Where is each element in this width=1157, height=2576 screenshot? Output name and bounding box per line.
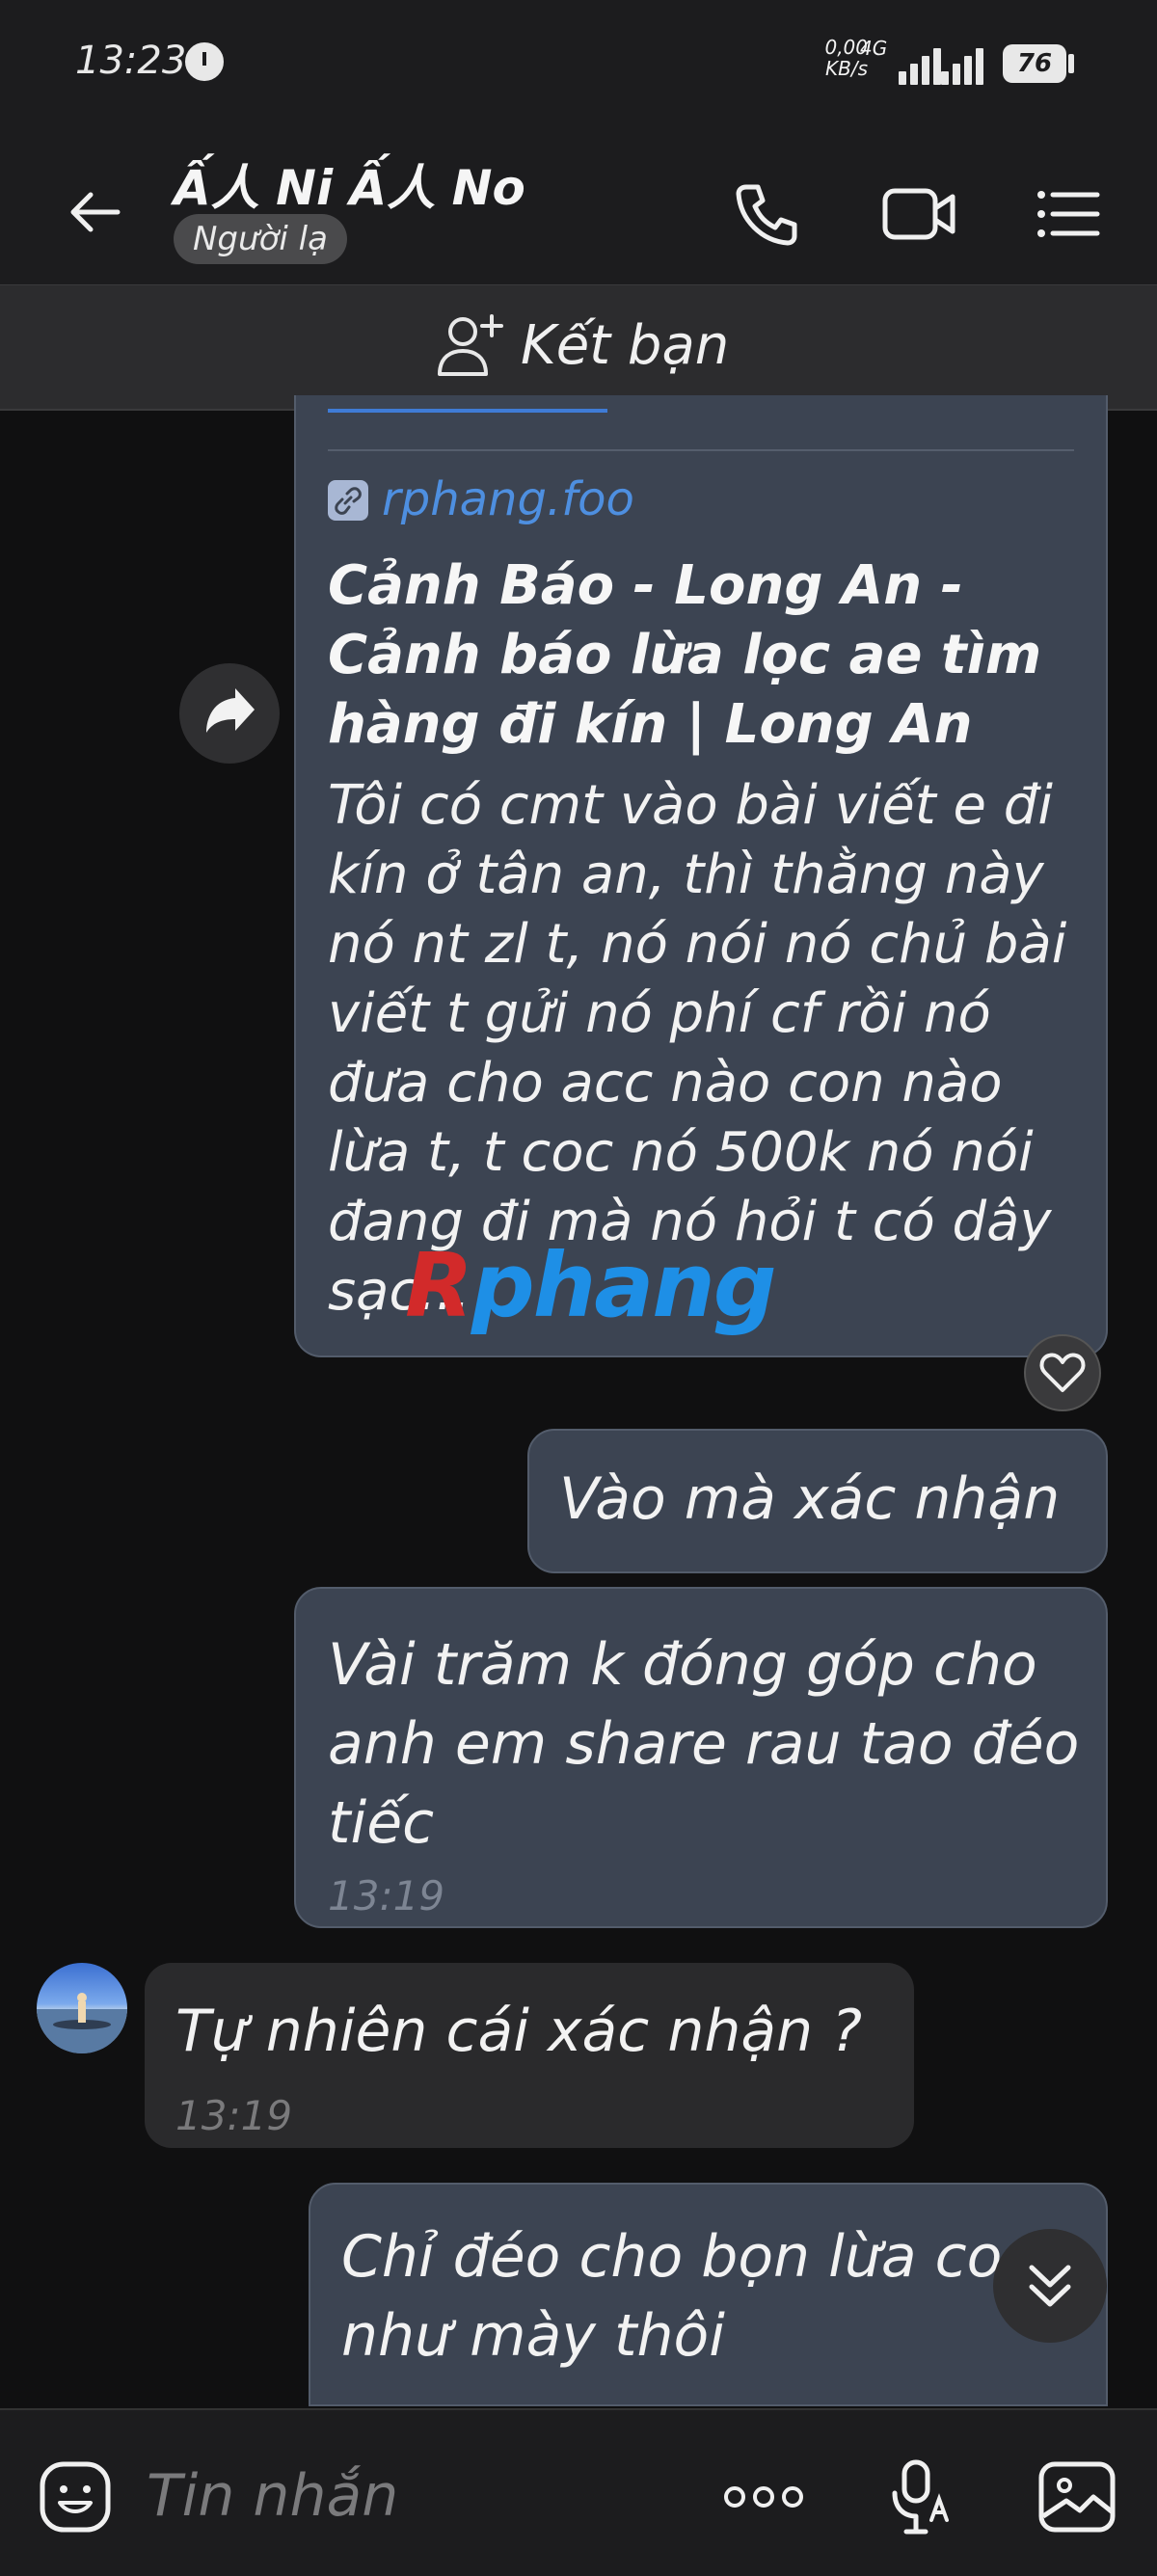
- more-button[interactable]: [721, 2476, 806, 2518]
- stranger-badge: Người lạ: [174, 214, 347, 264]
- back-button[interactable]: [58, 174, 135, 251]
- contact-name[interactable]: Ấ人 Ni Ấ人 No: [174, 149, 525, 219]
- network-speed-value: 0,00: [824, 36, 868, 59]
- link-title[interactable]: Cảnh Báo - Long An - Cảnh báo lừa lọc ae…: [328, 551, 1080, 760]
- alarm-icon: [185, 42, 224, 81]
- message-text: Tự nhiên cái xác nhận ?: [175, 1998, 863, 2065]
- video-camera-icon: [882, 188, 955, 240]
- phone-icon: [736, 184, 797, 246]
- forward-icon: [206, 688, 255, 733]
- network-speed: 0,00 KB/s: [800, 37, 868, 79]
- voice-to-text-button[interactable]: [889, 2456, 955, 2537]
- message-text: Vài trăm k đóng góp cho anh em share rau…: [328, 1631, 1080, 1857]
- battery-level: 76: [1003, 44, 1066, 83]
- watermark-logo: Rphang: [405, 1234, 777, 1337]
- sticker-button[interactable]: [39, 2460, 112, 2534]
- status-time: 13:23: [75, 39, 187, 83]
- add-friend-button[interactable]: Kết bạn: [521, 314, 729, 377]
- image-icon: [1038, 2461, 1116, 2533]
- message-text: Vào mà xác nhận: [559, 1465, 1061, 1533]
- voice-call-button[interactable]: [733, 179, 802, 249]
- image-button[interactable]: [1037, 2458, 1117, 2536]
- forward-button[interactable]: [179, 663, 280, 764]
- message-input[interactable]: [145, 2455, 669, 2537]
- signal-strength-icon: [941, 46, 1009, 85]
- scroll-to-bottom-button[interactable]: [993, 2229, 1107, 2343]
- message-time: 13:19: [328, 1872, 445, 1919]
- chevron-double-down-icon: [1029, 2265, 1071, 2307]
- voice-to-text-icon: [892, 2459, 949, 2535]
- message-text: Chỉ đéo cho bọn lừa co như mày thôi: [341, 2223, 1003, 2370]
- list-menu-icon: [1037, 191, 1100, 237]
- link-icon: [328, 480, 368, 521]
- more-dots-icon: [724, 2486, 803, 2508]
- message-time: 13:19: [175, 2092, 293, 2139]
- divider: [328, 449, 1074, 451]
- back-arrow-icon: [70, 192, 121, 232]
- chat-menu-button[interactable]: [1036, 185, 1101, 243]
- network-speed-unit: KB/s: [825, 57, 868, 80]
- battery-icon: [1068, 54, 1074, 73]
- sticker-icon: [40, 2461, 111, 2533]
- avatar[interactable]: [37, 1963, 127, 2053]
- link-domain[interactable]: rphang.foo: [382, 472, 634, 526]
- signal-strength-icon: [877, 46, 945, 85]
- link-accent-line: [328, 409, 607, 413]
- heart-icon: [1039, 1353, 1086, 1392]
- react-button[interactable]: [1024, 1334, 1101, 1411]
- video-call-button[interactable]: [881, 183, 958, 245]
- add-user-icon: [434, 310, 511, 380]
